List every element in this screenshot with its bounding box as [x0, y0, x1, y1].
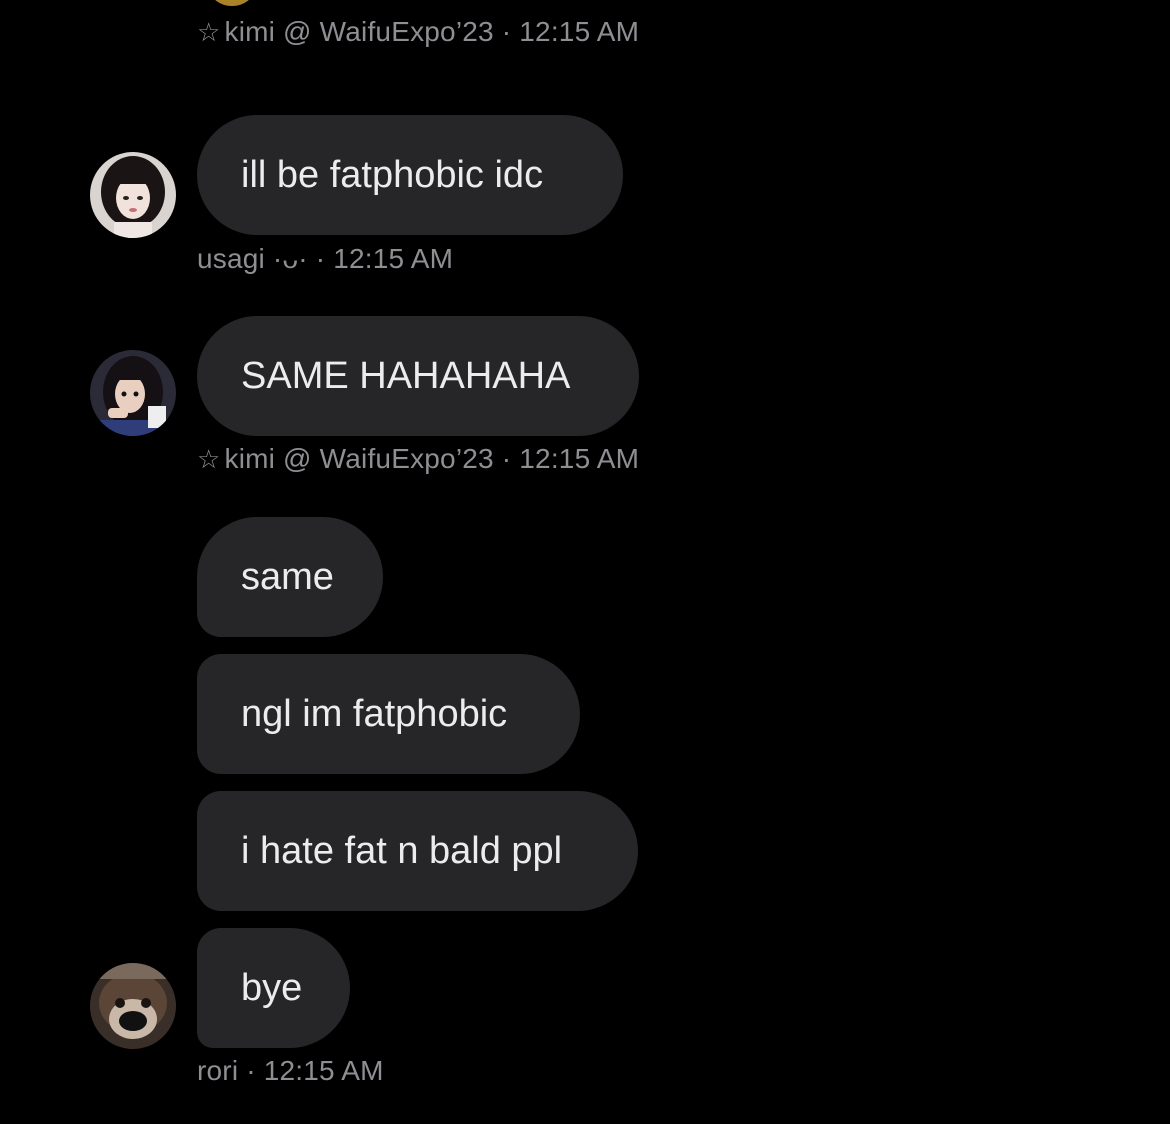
timestamp: · 12:15 AM	[315, 243, 454, 274]
message-bubble[interactable]: same	[197, 517, 383, 637]
message-bubble[interactable]: i hate fat n bald ppl	[197, 791, 638, 911]
message-bubble[interactable]: SAME HAHAHAHA	[197, 316, 639, 436]
message-text: i hate fat n bald ppl	[241, 829, 563, 872]
sender-name[interactable]: rori	[197, 1055, 238, 1086]
star-icon: ☆	[197, 444, 221, 474]
avatar-usagi-icon[interactable]	[90, 152, 176, 238]
timestamp: · 12:15 AM	[501, 16, 640, 47]
cropped-avatar-icon	[210, 0, 254, 6]
sender-name[interactable]: kimi @ WaifuExpo’23	[225, 16, 494, 47]
message-meta: ☆ kimi @ WaifuExpo’23 · 12:15 AM	[197, 443, 639, 475]
message-bubble[interactable]: bye	[197, 928, 350, 1048]
avatar-rori-icon[interactable]	[90, 963, 176, 1049]
message-bubble[interactable]: ngl im fatphobic	[197, 654, 580, 774]
message-text: same	[241, 555, 334, 598]
message-text: ngl im fatphobic	[241, 692, 508, 735]
message-text: ill be fatphobic idc	[241, 153, 544, 196]
message-meta: usagi ·ᴗ· · 12:15 AM	[197, 243, 453, 275]
star-icon: ☆	[197, 17, 221, 47]
timestamp: · 12:15 AM	[501, 443, 640, 474]
sender-name[interactable]: kimi @ WaifuExpo’23	[225, 443, 494, 474]
message-meta: rori · 12:15 AM	[197, 1055, 384, 1087]
sender-name[interactable]: usagi ·ᴗ·	[197, 243, 308, 274]
avatar-kimi-icon[interactable]	[90, 350, 176, 436]
message-meta: ☆ kimi @ WaifuExpo’23 · 12:15 AM	[197, 16, 639, 48]
timestamp: · 12:15 AM	[246, 1055, 384, 1086]
message-text: SAME HAHAHAHA	[241, 354, 571, 397]
message-text: bye	[241, 966, 303, 1009]
message-bubble[interactable]: ill be fatphobic idc	[197, 115, 623, 235]
